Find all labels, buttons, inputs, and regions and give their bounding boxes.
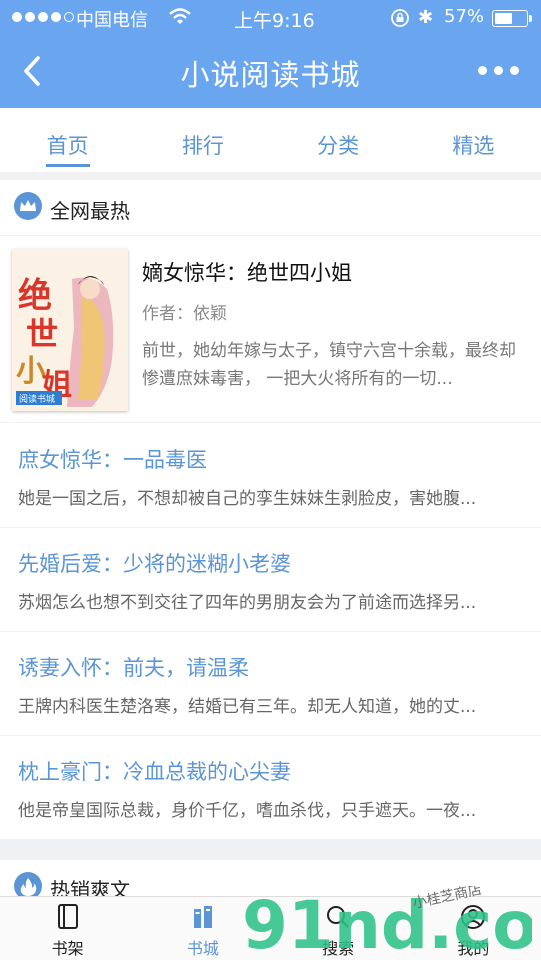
svg-text:世: 世 <box>26 315 58 353</box>
tab-label: 书架 <box>51 939 84 958</box>
crown-icon <box>14 192 42 220</box>
hot-sales-section-header: 热销爽文 <box>0 860 541 902</box>
bottom-tab-bar: 书架 书城 搜索 我的 <box>0 896 541 960</box>
tab-featured[interactable]: 精选 <box>406 108 541 172</box>
search-icon <box>327 906 349 928</box>
svg-text:阅读书城: 阅读书城 <box>19 393 55 405</box>
wifi-icon <box>169 8 191 24</box>
section-header: 全网最热 <box>0 180 541 236</box>
featured-book-author: 作者：依颖 <box>142 304 227 324</box>
profile-icon <box>461 905 486 929</box>
section-title: 全网最热 <box>50 199 130 223</box>
battery-fill <box>495 13 512 24</box>
book-cover-art: 绝 世 小 姐 阅读书城 <box>12 249 128 411</box>
list-item[interactable]: 枕上豪门：冷血总裁的心尖妻 他是帝皇国际总裁，身价千亿，嗜血杀伐，只手遮天。一夜… <box>0 736 541 840</box>
tab-category[interactable]: 分类 <box>271 108 406 172</box>
tab-search[interactable]: 搜索 <box>271 897 406 960</box>
bookstore-icon <box>193 906 212 928</box>
book-description: 她是一国之后，不想却被自己的孪生妹妹生剥脸皮，害她腹... <box>18 489 477 509</box>
featured-book-description: 前世，她幼年嫁与太子，镇守六宫十余载，最终却惨遭庶妹毒害， 一把大火将所有的一切… <box>142 341 516 389</box>
book-title[interactable]: 枕上豪门：冷血总裁的心尖妻 <box>18 756 291 786</box>
tab-ranking[interactable]: 排行 <box>135 108 270 172</box>
hot-section: 全网最热 绝 世 小 姐 阅读书城 嫡女惊华：绝世四小姐 作者：依颖 前世，她幼… <box>0 180 541 840</box>
featured-book-title[interactable]: 嫡女惊华：绝世四小姐 <box>142 257 352 287</box>
svg-text:绝: 绝 <box>18 276 52 316</box>
bookshelf-icon <box>57 904 78 929</box>
bluetooth-icon: ✱ <box>418 7 434 28</box>
more-dots-icon[interactable] <box>478 66 519 75</box>
nav-bar: 小说阅读书城 <box>0 36 541 108</box>
rotation-lock-icon <box>391 9 409 27</box>
tab-bookstore[interactable]: 书城 <box>135 897 270 960</box>
status-bar: 中国电信 上午9:16 ✱ 57% <box>0 0 541 36</box>
book-title[interactable]: 庶女惊华：一品毒医 <box>18 444 207 474</box>
book-cover[interactable]: 绝 世 小 姐 阅读书城 <box>12 249 128 411</box>
book-title[interactable]: 先婚后爱：少将的迷糊小老婆 <box>18 548 291 578</box>
featured-book[interactable]: 绝 世 小 姐 阅读书城 嫡女惊华：绝世四小姐 作者：依颖 前世，她幼年嫁与太子… <box>0 237 541 423</box>
list-item[interactable]: 庶女惊华：一品毒医 她是一国之后，不想却被自己的孪生妹妹生剥脸皮，害她腹... <box>0 424 541 528</box>
page-title: 小说阅读书城 <box>180 58 361 92</box>
tab-label: 书城 <box>186 939 219 958</box>
list-item[interactable]: 先婚后爱：少将的迷糊小老婆 苏烟怎么也想不到交往了四年的男朋友会为了前途而选择另… <box>0 528 541 632</box>
tab-home[interactable]: 首页 <box>0 108 135 172</box>
book-description: 他是帝皇国际总裁，身价千亿，嗜血杀伐，只手遮天。一夜... <box>18 801 477 821</box>
signal-strength-icon <box>12 12 74 22</box>
tab-label: 我的 <box>457 939 490 958</box>
battery-percent: 57% <box>444 6 485 27</box>
carrier-name: 中国电信 <box>76 10 148 31</box>
tab-label: 搜索 <box>322 939 355 958</box>
clock: 上午9:16 <box>234 10 315 32</box>
tab-bookshelf[interactable]: 书架 <box>0 897 135 960</box>
book-description: 苏烟怎么也想不到交往了四年的男朋友会为了前途而选择另... <box>18 593 477 613</box>
book-description: 王牌内科医生楚洛寒，结婚已有三年。却无人知道，她的丈... <box>18 697 477 717</box>
battery-icon <box>492 10 532 27</box>
book-title[interactable]: 诱妻入怀：前夫，请温柔 <box>18 652 249 682</box>
header: 中国电信 上午9:16 ✱ 57% 小说阅读书城 <box>0 0 541 108</box>
category-tabs: 首页 排行 分类 精选 <box>0 108 541 172</box>
list-item[interactable]: 诱妻入怀：前夫，请温柔 王牌内科医生楚洛寒，结婚已有三年。却无人知道，她的丈..… <box>0 632 541 736</box>
tab-profile[interactable]: 我的 <box>406 897 541 960</box>
